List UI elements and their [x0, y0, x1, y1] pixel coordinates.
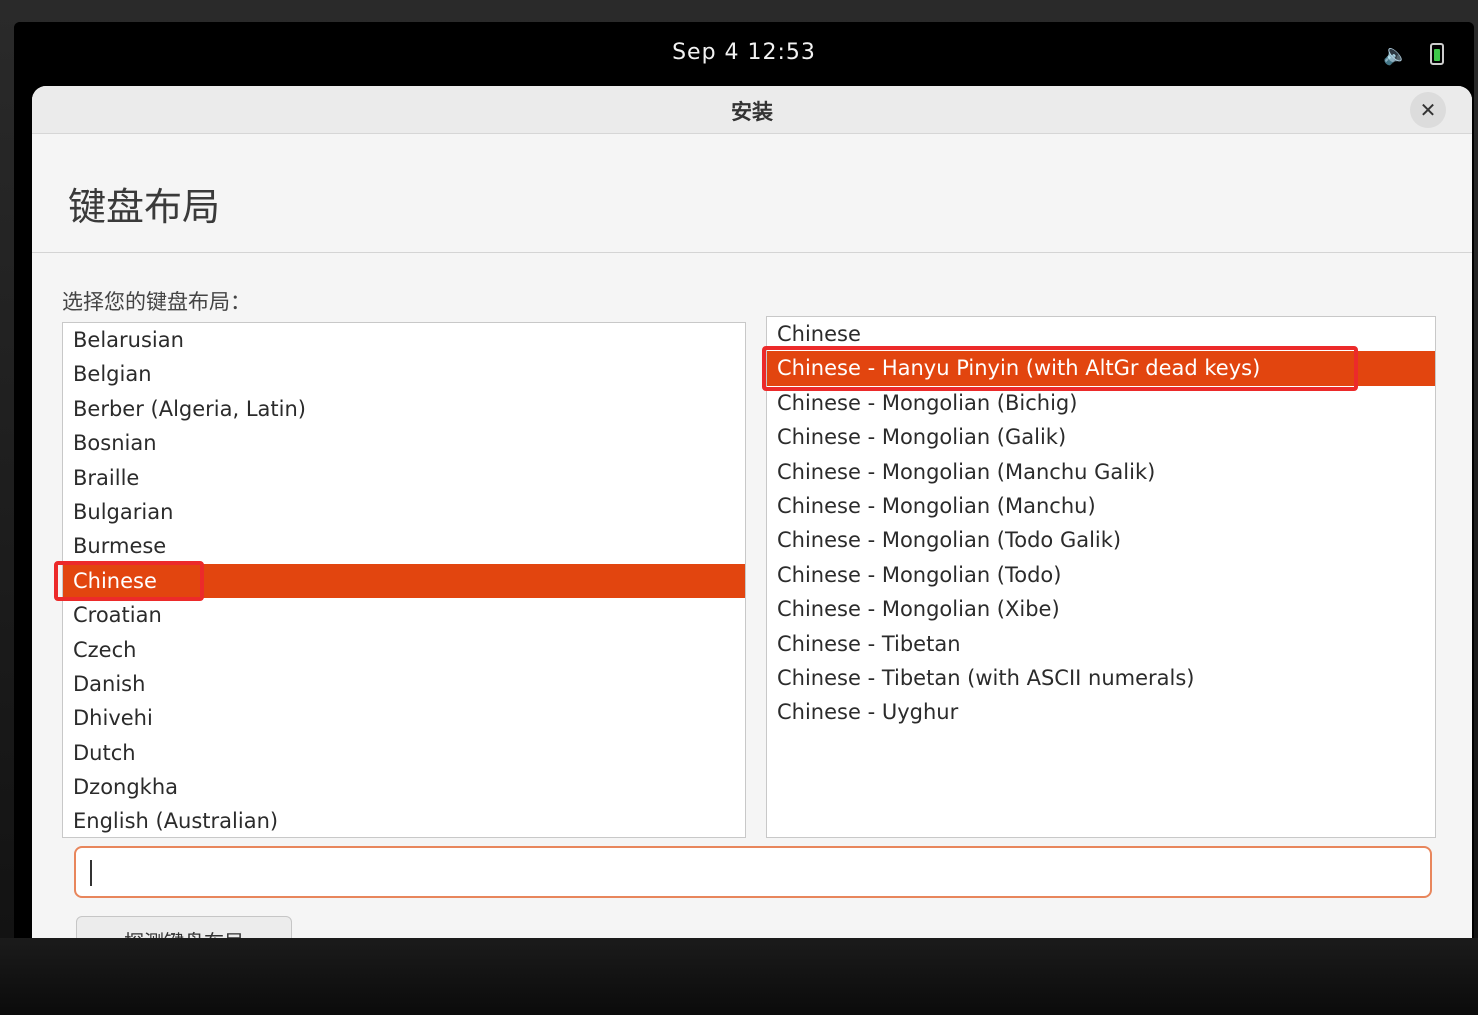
layout-item[interactable]: Belarusian: [63, 323, 745, 357]
variant-item[interactable]: Chinese - Mongolian (Xibe): [767, 592, 1435, 626]
keyboard-test-input[interactable]: [74, 846, 1432, 898]
layout-item[interactable]: Danish: [63, 667, 745, 701]
system-tray[interactable]: 🔈: [1383, 42, 1444, 66]
layout-item[interactable]: Dzongkha: [63, 770, 745, 804]
variant-item[interactable]: Chinese - Mongolian (Todo): [767, 558, 1435, 592]
variant-item[interactable]: Chinese - Tibetan (with ASCII numerals): [767, 661, 1435, 695]
variant-item[interactable]: Chinese - Mongolian (Galik): [767, 420, 1435, 454]
layout-item[interactable]: Dutch: [63, 736, 745, 770]
layout-item[interactable]: English (Australian): [63, 804, 745, 837]
layout-item[interactable]: Berber (Algeria, Latin): [63, 392, 745, 426]
variant-item[interactable]: Chinese - Hanyu Pinyin (with AltGr dead …: [767, 351, 1435, 386]
speaker-icon[interactable]: 🔈: [1383, 42, 1408, 66]
divider: [32, 252, 1472, 253]
variant-item[interactable]: Chinese - Mongolian (Bichig): [767, 386, 1435, 420]
layout-item[interactable]: Bulgarian: [63, 495, 745, 529]
screen: Sep 4 12:53 🔈 安装 ✕ 键盘布局 选择您的键盘布局： Belaru…: [14, 22, 1474, 940]
detect-keyboard-layout-button[interactable]: 探测键盘布局: [76, 916, 292, 940]
text-caret: [90, 860, 92, 886]
variant-item[interactable]: Chinese - Uyghur: [767, 695, 1435, 729]
title-bar: 安装 ✕: [32, 86, 1472, 134]
layout-item[interactable]: Chinese: [63, 563, 745, 599]
variant-item[interactable]: Chinese - Tibetan: [767, 627, 1435, 661]
variant-item[interactable]: Chinese: [767, 317, 1435, 351]
variant-item[interactable]: Chinese - Mongolian (Manchu): [767, 489, 1435, 523]
page-title: 键盘布局: [68, 185, 221, 229]
layout-item[interactable]: Czech: [63, 633, 745, 667]
variant-list[interactable]: Chinese Chinese - Hanyu Pinyin (with AltG…: [766, 316, 1436, 838]
battery-charging-icon[interactable]: [1430, 43, 1444, 65]
layout-list[interactable]: Belarusian Belgian Berber (Algeria, Latin)…: [62, 322, 746, 838]
layout-item[interactable]: Dhivehi: [63, 701, 745, 735]
close-button[interactable]: ✕: [1410, 92, 1446, 128]
layout-item[interactable]: Belgian: [63, 357, 745, 391]
layout-prompt: 选择您的键盘布局：: [62, 290, 251, 314]
top-bar: Sep 4 12:53 🔈: [14, 22, 1474, 84]
installer-window: 安装 ✕ 键盘布局 选择您的键盘布局： Belarusian Belgian Ber…: [32, 86, 1472, 940]
layout-item[interactable]: Croatian: [63, 598, 745, 632]
variant-item[interactable]: Chinese - Mongolian (Manchu Galik): [767, 455, 1435, 489]
layout-item[interactable]: Burmese: [63, 529, 745, 563]
clock[interactable]: Sep 4 12:53: [14, 40, 1474, 65]
laptop-chin: [0, 938, 1478, 1015]
variant-item[interactable]: Chinese - Mongolian (Todo Galik): [767, 523, 1435, 557]
layout-item[interactable]: Braille: [63, 461, 745, 495]
layout-item[interactable]: Bosnian: [63, 426, 745, 460]
window-title: 安装: [731, 100, 773, 124]
